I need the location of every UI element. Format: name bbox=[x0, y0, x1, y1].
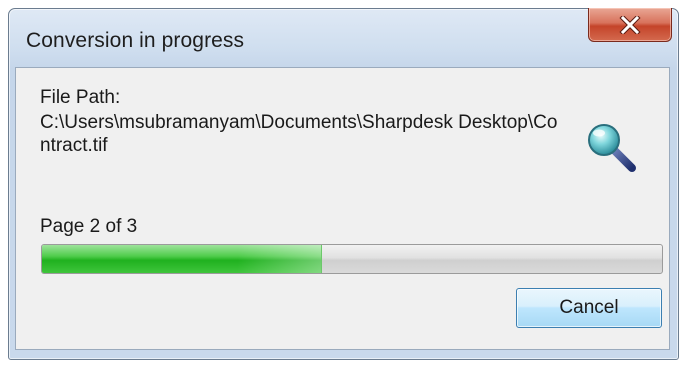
magnifier-icon[interactable] bbox=[584, 120, 640, 176]
file-path-value: C:\Users\msubramanyam\Documents\Sharpdes… bbox=[40, 112, 558, 156]
title-bar[interactable]: Conversion in progress bbox=[9, 8, 678, 69]
window-title: Conversion in progress bbox=[26, 29, 245, 52]
progress-fill bbox=[42, 245, 322, 273]
page-progress-label: Page 2 of 3 bbox=[40, 216, 138, 237]
close-button[interactable] bbox=[588, 8, 672, 42]
cancel-button[interactable]: Cancel bbox=[516, 288, 662, 328]
conversion-progress-bar bbox=[41, 244, 663, 274]
file-path-label: File Path: bbox=[40, 87, 121, 108]
close-icon bbox=[619, 15, 641, 34]
